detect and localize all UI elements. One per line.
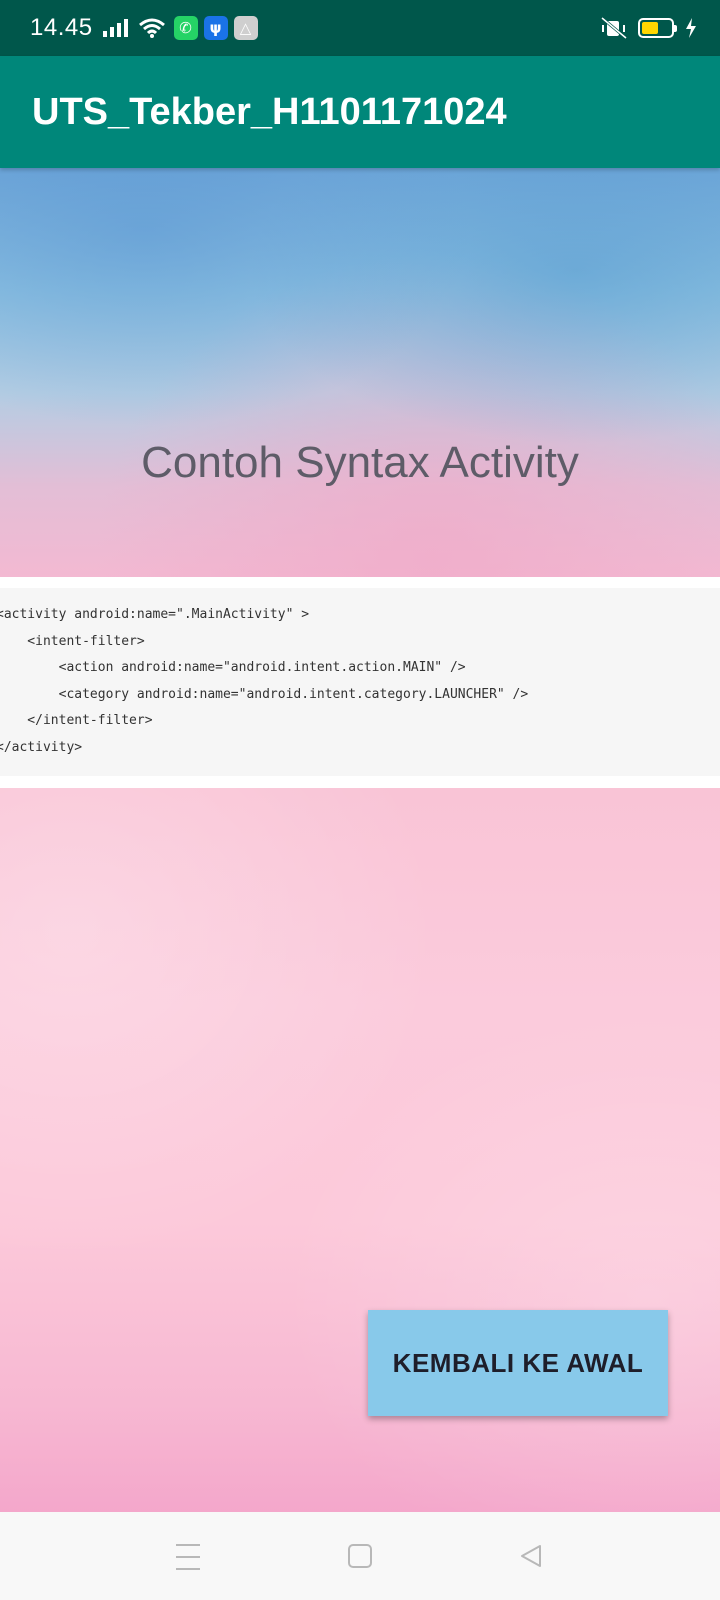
app-bar: UTS_Tekber_H1101171024 bbox=[0, 56, 720, 168]
usb-icon: ψ bbox=[203, 16, 228, 40]
back-to-start-button[interactable]: KEMBALI KE AWAL bbox=[368, 1310, 668, 1416]
code-line: </activity> bbox=[0, 739, 83, 755]
code-line: </intent-filter> bbox=[0, 713, 153, 728]
header-image: Contoh Syntax Activity bbox=[0, 168, 720, 577]
code-line: <activity android:name=".MainActivity" > bbox=[0, 607, 310, 622]
status-time: 14.45 bbox=[30, 14, 93, 41]
charging-icon bbox=[686, 18, 696, 38]
menu-icon[interactable] bbox=[172, 1544, 204, 1570]
signal-icon bbox=[102, 19, 128, 37]
drive-icon: △ bbox=[233, 16, 258, 40]
status-bar: 14.45 ✆ ψ △ bbox=[0, 0, 720, 56]
vibrate-icon bbox=[601, 16, 627, 40]
code-block: <activity android:name=".MainActivity" >… bbox=[0, 588, 720, 776]
code-line: <action android:name="android.intent.act… bbox=[0, 660, 466, 675]
code-line: <intent-filter> bbox=[0, 633, 145, 649]
home-icon[interactable] bbox=[348, 1544, 372, 1568]
back-icon[interactable] bbox=[516, 1540, 548, 1572]
code-line: <category android:name="android.intent.c… bbox=[0, 686, 529, 702]
app-title: UTS_Tekber_H1101171024 bbox=[32, 90, 507, 133]
battery-icon bbox=[638, 18, 677, 38]
wifi-icon bbox=[138, 18, 165, 38]
whatsapp-icon: ✆ bbox=[173, 16, 198, 40]
header-title: Contoh Syntax Activity bbox=[141, 437, 579, 487]
